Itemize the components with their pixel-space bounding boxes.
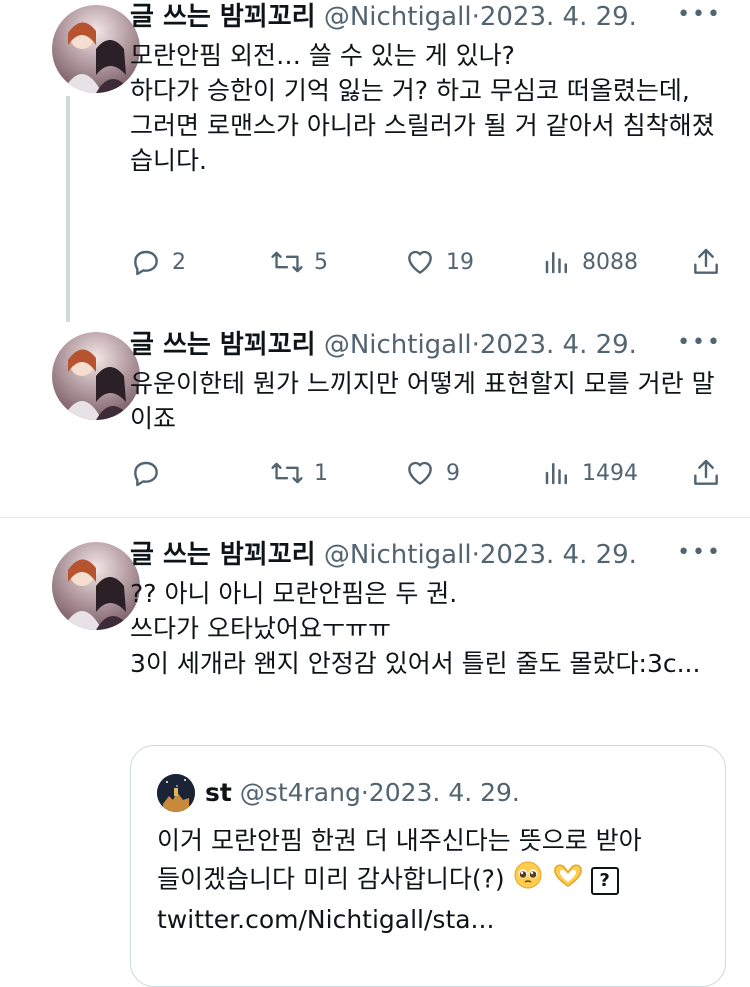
tweet-text: 모란안핌 외전… 쓸 수 있는 게 있나? 하다가 승한이 기억 잃는 거? 하… [130,41,715,175]
like-button[interactable]: 19 [404,242,474,282]
avatar-illustration [157,774,195,812]
separator-dot: · [360,778,369,807]
avatar[interactable] [52,332,140,420]
retweet-button[interactable]: 1 [270,453,328,493]
share-icon [694,248,718,274]
author-name[interactable]: 글 쓰는 밤꾀꼬리 [130,2,316,32]
reply-icon [134,250,158,276]
tweet-date[interactable]: 2023. 4. 29. [480,2,637,32]
avatar[interactable] [157,774,195,812]
tweet-header: 글 쓰는 밤꾀꼬리 @Nichtigall·2023. 4. 29. [130,0,637,34]
author-name[interactable]: 글 쓰는 밤꾀꼬리 [130,540,316,570]
author-name[interactable]: st [205,778,232,807]
separator-dot: · [471,540,480,570]
tweet-divider [0,517,750,518]
views-button[interactable]: 1494 [542,453,638,493]
retweet-button[interactable]: 5 [270,242,328,282]
tweet-text: ?? 아니 아니 모란안핌은 두 권. 쓰다가 오타났어요ㅜㅠㅠ 3이 세개라 … [130,579,701,678]
quoted-tweet[interactable]: st @st4rang·2023. 4. 29. 이거 모란안핌 한권 더 내주… [130,745,726,987]
author-handle[interactable]: @Nichtigall [324,540,472,570]
tweet-date[interactable]: 2023. 4. 29. [480,330,637,360]
author-handle[interactable]: @Nichtigall [324,330,472,360]
author-handle[interactable]: @Nichtigall [324,2,472,32]
tweet-2[interactable]: 글 쓰는 밤꾀꼬리 @Nichtigall·2023. 4. 29. ••• 유… [0,328,750,518]
tweet-date[interactable]: 2023. 4. 29. [480,540,637,570]
like-button[interactable]: 9 [404,453,460,493]
thread-line [66,96,70,322]
like-count: 9 [446,460,460,486]
avatar-illustration [52,5,140,93]
tweet-actions: 2 5 19 8088 [130,242,730,282]
like-count: 19 [446,249,474,275]
heart-icon [408,461,432,485]
tweet-header: 글 쓰는 밤꾀꼬리 @Nichtigall·2023. 4. 29. [130,538,637,572]
avatar[interactable] [52,542,140,630]
view-count: 1494 [582,460,638,486]
tweet-date[interactable]: 2023. 4. 29. [369,778,520,807]
view-count: 8088 [582,249,638,275]
views-icon [545,252,567,274]
separator-dot: · [471,330,480,360]
share-icon [694,459,718,485]
tweet-actions: 1 9 1494 [130,453,730,493]
reply-button[interactable]: 2 [130,242,186,282]
heart-hands-emoji-icon [551,860,585,901]
avatar-illustration [52,542,140,630]
quote-link[interactable]: twitter.com/Nichtigall/sta... [157,905,494,934]
views-icon [545,463,567,485]
retweet-icon [271,251,303,273]
avatar-illustration [52,332,140,420]
separator-dot: · [471,2,480,32]
quote-header: st @st4rang·2023. 4. 29. [205,776,520,810]
tweet-text: 유운이한테 뭔가 느끼지만 어떻게 표현할지 모를 거란 말이죠 [130,369,715,433]
reply-icon [134,461,158,487]
author-name[interactable]: 글 쓰는 밤꾀꼬리 [130,330,316,360]
quote-text-line1: 이거 모란안핌 한권 더 내주신다는 뜻으로 받아 [157,826,642,855]
more-icon[interactable]: ••• [677,2,722,27]
pleading-face-emoji-icon [513,860,543,901]
author-handle[interactable]: @st4rang [240,778,361,807]
avatar[interactable] [52,5,140,93]
reply-button[interactable] [130,453,172,493]
share-button[interactable] [690,242,732,282]
more-icon[interactable]: ••• [677,540,722,565]
heart-icon [408,250,432,274]
quote-text-line2: 들이겠습니다 미리 감사합니다(?) [157,864,505,894]
retweet-count: 5 [314,249,328,275]
retweet-count: 1 [314,460,328,486]
share-button[interactable] [690,453,732,493]
retweet-icon [271,462,303,484]
reply-count: 2 [172,249,186,275]
unknown-glyph-icon: ? [590,866,619,895]
tweet-1[interactable]: 글 쓰는 밤꾀꼬리 @Nichtigall·2023. 4. 29. ••• 모… [0,0,750,322]
views-button[interactable]: 8088 [542,242,638,282]
tweet-header: 글 쓰는 밤꾀꼬리 @Nichtigall·2023. 4. 29. [130,328,637,362]
more-icon[interactable]: ••• [677,330,722,355]
quote-text: 이거 모란안핌 한권 더 내주신다는 뜻으로 받아 들이겠습니다 미리 감사합니… [157,822,717,939]
